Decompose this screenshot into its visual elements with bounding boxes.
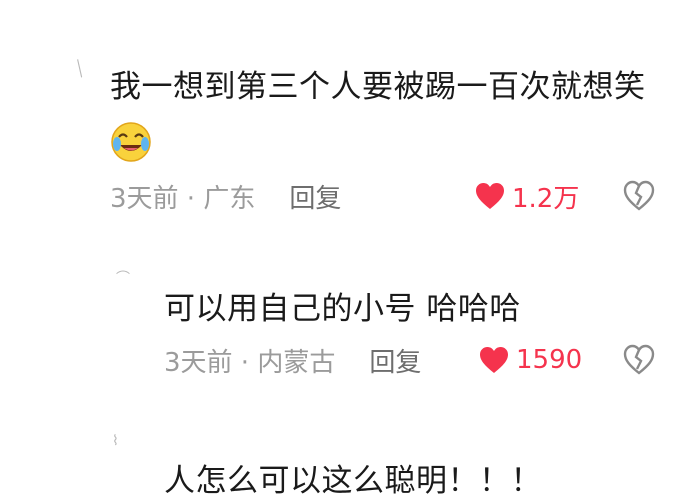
- comment-time-location: 3天前 · 广东: [110, 183, 256, 214]
- like-count: 1590: [516, 345, 583, 375]
- reply-button[interactable]: 回复: [369, 342, 421, 379]
- reply-button[interactable]: 回复: [289, 178, 341, 215]
- avatar[interactable]: ︵: [116, 262, 130, 276]
- like-button[interactable]: 1590: [478, 340, 582, 380]
- comment-time-location: 3天前 · 内蒙古: [164, 347, 336, 378]
- avatar[interactable]: ╱: [72, 60, 89, 78]
- comment-meta: 3天前 · 广东 回复: [110, 176, 341, 216]
- comment-text: 我一想到第三个人要被踢一百次就想笑: [110, 69, 646, 105]
- comment-body: 人怎么可以这么聪明！！！: [164, 452, 664, 496]
- laughing-crying-emoji-icon: [110, 121, 152, 163]
- comment-text: 可以用自己的小号 哈哈哈: [164, 291, 521, 327]
- comment-body: 我一想到第三个人要被踢一百次就想笑: [110, 58, 650, 174]
- like-button[interactable]: 1.2万: [474, 176, 579, 216]
- comment-meta: 3天前 · 内蒙古 回复: [164, 340, 421, 380]
- avatar[interactable]: ⌇: [112, 434, 119, 448]
- heart-filled-icon: [476, 183, 504, 209]
- comment-body: 可以用自己的小号 哈哈哈: [164, 280, 644, 338]
- broken-heart-icon[interactable]: [622, 343, 656, 377]
- comment-text: 人怎么可以这么聪明！！！: [164, 463, 542, 496]
- like-count: 1.2万: [512, 183, 580, 214]
- broken-heart-icon[interactable]: [622, 179, 656, 213]
- heart-filled-icon: [480, 347, 508, 373]
- comment-thread: ╱ ︵ ⌇ 我一想到第三个人要被踢一百次就想笑 3天前 · 广东 回复 1.2万: [0, 0, 690, 496]
